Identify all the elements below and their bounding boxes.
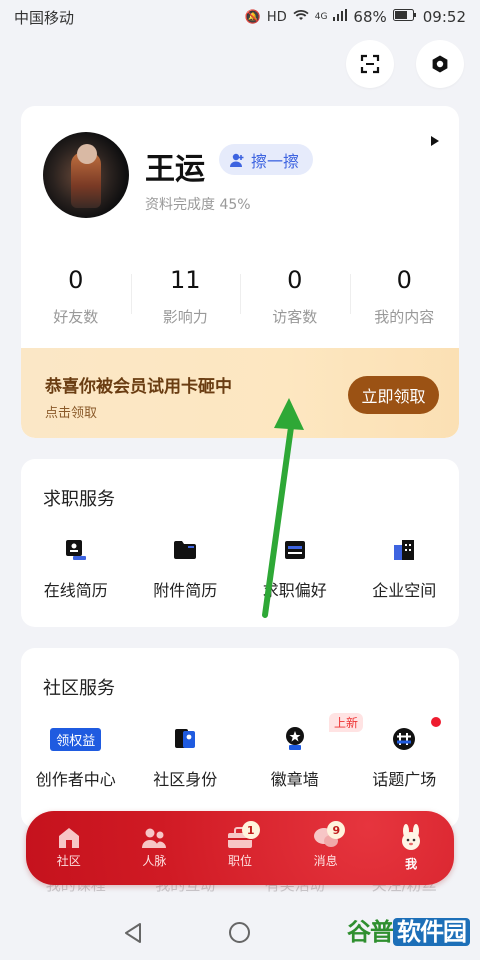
tab-label: 社区: [56, 854, 81, 868]
stat-my-content[interactable]: 0 我的内容: [349, 266, 460, 327]
play-icon[interactable]: [431, 136, 439, 146]
jobs-count-badge: 1: [241, 821, 260, 839]
tab-jobs[interactable]: 职位 1: [197, 821, 283, 869]
user-add-icon: [230, 153, 244, 167]
tab-label: 消息: [313, 854, 338, 868]
back-icon[interactable]: [122, 922, 144, 944]
topic-icon: [393, 728, 416, 750]
tab-label: 人脉: [142, 854, 167, 868]
scan-icon: [360, 54, 380, 74]
user-name: 王运: [145, 152, 205, 187]
service-creator-center[interactable]: 领权益 创作者中心: [21, 726, 131, 790]
home-nav-icon[interactable]: [229, 922, 250, 943]
tab-messages[interactable]: 消息 9: [283, 821, 369, 869]
stat-label: 影响力: [162, 308, 208, 326]
clock: 09:52: [422, 8, 466, 26]
service-label: 创作者中心: [35, 770, 116, 789]
service-topic-square[interactable]: 话题广场: [350, 726, 460, 790]
messages-count-badge: 9: [327, 821, 346, 839]
tab-me[interactable]: 我: [368, 824, 454, 872]
service-label: 徽章墙: [270, 770, 319, 789]
service-online-resume[interactable]: 在线简历: [21, 537, 131, 601]
banner-subtitle: 点击领取: [45, 406, 98, 421]
stat-friends[interactable]: 0 好友数: [21, 266, 131, 327]
network-type-label: 4G: [314, 12, 328, 22]
service-label: 社区身份: [153, 770, 218, 789]
stats-row: 0 好友数 11 影响力 0 访客数 0 我的内容: [21, 266, 459, 327]
service-company-space[interactable]: 企业空间: [350, 537, 460, 601]
stat-label: 好友数: [53, 308, 99, 326]
site-watermark: 谷普 软件园: [347, 912, 470, 947]
service-label: 在线简历: [43, 581, 108, 600]
service-label: 话题广场: [372, 770, 437, 789]
tab-community[interactable]: 社区: [26, 827, 112, 869]
home-icon: [58, 828, 79, 848]
community-services-grid: 领权益 创作者中心 社区身份 徽章墙 话题广场: [21, 726, 459, 790]
badge-icon: [285, 727, 304, 750]
service-label: 求职偏好: [262, 581, 327, 600]
stat-influence[interactable]: 11 影响力: [130, 266, 241, 327]
battery-percent: 68%: [353, 8, 387, 26]
stat-label: 我的内容: [374, 308, 435, 326]
creator-rights-icon: 领权益: [50, 727, 102, 751]
membership-banner[interactable]: 恭喜你被会员试用卡砸中 点击领取 立即领取: [21, 348, 459, 438]
service-job-preference[interactable]: 求职偏好: [240, 537, 350, 601]
preference-icon: [284, 541, 305, 559]
profile-completion[interactable]: 资料完成度 45%: [145, 194, 251, 214]
settings-button[interactable]: [416, 40, 464, 88]
notification-dot: [431, 717, 441, 727]
service-attachment-resume[interactable]: 附件简历: [131, 537, 241, 601]
claim-now-button[interactable]: 立即领取: [348, 376, 439, 414]
new-badge: 上新: [329, 713, 364, 732]
tab-label: 职位: [227, 854, 252, 868]
stat-visitors[interactable]: 0 访客数: [240, 266, 350, 327]
watermark-part1: 谷普: [347, 918, 394, 946]
avatar[interactable]: [43, 132, 129, 218]
stat-value: 11: [169, 266, 201, 294]
service-community-identity[interactable]: 社区身份: [131, 726, 241, 790]
service-badge-wall[interactable]: 徽章墙: [240, 726, 350, 790]
identity-icon: [175, 729, 196, 748]
top-actions: [346, 40, 464, 88]
stat-label: 访客数: [272, 308, 318, 326]
stat-value: 0: [396, 266, 412, 294]
carrier-label: 中国移动: [14, 8, 75, 27]
status-bar: 中国移动 🔕 HD 4G 68% 09:52: [0, 0, 480, 34]
tab-label: 我: [405, 857, 418, 871]
contacts-icon: [142, 828, 167, 848]
section-title: 求职服务: [43, 489, 115, 510]
service-label: 企业空间: [372, 581, 437, 600]
building-icon: [394, 540, 415, 560]
stat-value: 0: [68, 266, 84, 294]
community-services-card: 社区服务 领权益 创作者中心 社区身份 徽章墙 话题广场 上新: [21, 648, 459, 828]
mute-icon: 🔕: [244, 9, 261, 25]
signal-icon: [333, 9, 348, 25]
wifi-icon: [293, 9, 309, 25]
battery-icon: [392, 9, 417, 25]
tab-contacts[interactable]: 人脉: [112, 827, 198, 869]
bunny-icon: [402, 824, 421, 850]
hd-icon: HD: [266, 9, 287, 25]
watermark-part2: 软件园: [393, 918, 470, 946]
scan-button[interactable]: [346, 40, 394, 88]
stat-value: 0: [287, 266, 303, 294]
rub-button[interactable]: 擦一擦: [219, 144, 314, 175]
gear-icon: [432, 55, 448, 73]
bottom-tab-bar: 社区 人脉 职位 1 消息 9 我: [26, 811, 454, 885]
resume-icon: [65, 540, 86, 560]
banner-title: 恭喜你被会员试用卡砸中: [45, 377, 232, 397]
profile-card: 王运 擦一擦 资料完成度 45% 0 好友数 11 影响力 0 访客数 0 我的…: [21, 106, 459, 438]
section-title: 社区服务: [43, 678, 115, 699]
job-services-grid: 在线简历 附件简历 求职偏好 企业空间: [21, 537, 459, 601]
service-label: 附件简历: [153, 581, 218, 600]
folder-icon: [174, 541, 197, 559]
rub-button-label: 擦一擦: [251, 151, 300, 171]
job-services-card: 求职服务 在线简历 附件简历 求职偏好 企业空间: [21, 459, 459, 627]
